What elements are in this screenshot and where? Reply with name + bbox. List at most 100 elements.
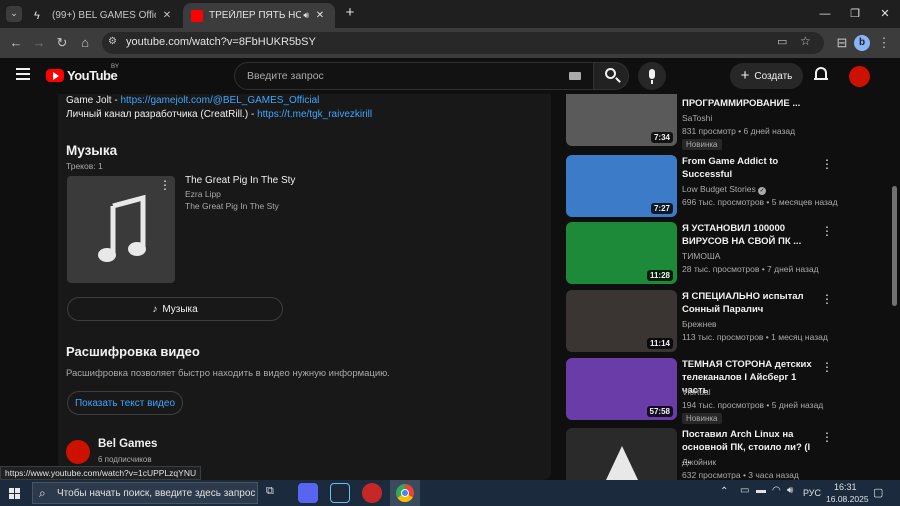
notification-center-icon[interactable]: ▢ xyxy=(873,486,883,499)
show-transcript-button[interactable]: Показать текст видео xyxy=(67,391,183,415)
video-channel[interactable]: Брежнев xyxy=(682,319,717,329)
wifi-icon[interactable]: ◠ xyxy=(772,485,781,496)
lightning-favicon-icon: ϟ xyxy=(34,9,40,22)
video-thumbnail[interactable]: 7:34 xyxy=(566,94,677,146)
notifications-bell-icon[interactable] xyxy=(814,67,828,82)
search-button[interactable] xyxy=(593,62,629,90)
video-thumbnail[interactable]: 11:28 xyxy=(566,222,677,284)
cast-icon[interactable]: ▭ xyxy=(777,35,787,48)
video-title[interactable]: Я УСТАНОВИЛ 100000 ВИРУСОВ НА СВОЙ ПК ..… xyxy=(682,222,812,248)
list-item[interactable]: 11:28 Я УСТАНОВИЛ 100000 ВИРУСОВ НА СВОЙ… xyxy=(566,222,881,287)
list-item[interactable]: 7:34 ПРОГРАММИРОВАНИЕ ... SaToshi 831 пр… xyxy=(566,94,881,159)
video-meta: 194 тыс. просмотров • 5 дней назад xyxy=(682,400,824,410)
video-channel[interactable]: Low Budget Stories ✓ xyxy=(682,184,767,195)
close-window-button[interactable]: ✕ xyxy=(870,0,900,28)
home-icon[interactable]: ⌂ xyxy=(75,33,95,53)
video-title[interactable]: ПРОГРАММИРОВАНИЕ ... xyxy=(682,97,812,110)
keyboard-icon[interactable] xyxy=(569,72,581,80)
channel-avatar[interactable] xyxy=(66,440,90,464)
windows-start-icon[interactable] xyxy=(9,488,20,499)
voice-search-button[interactable] xyxy=(638,62,666,90)
dev-channel-line: Личный канал разработчика (CreatRill.) -… xyxy=(66,109,372,120)
search-input[interactable]: Введите запрос xyxy=(234,62,594,90)
new-tab-button[interactable]: + xyxy=(341,4,359,22)
input-language[interactable]: РУС xyxy=(803,488,821,498)
restore-button[interactable]: ❐ xyxy=(840,0,870,28)
hamburger-menu-icon[interactable] xyxy=(16,68,30,80)
gamejolt-link[interactable]: https://gamejolt.com/@BEL_GAMES_Official xyxy=(120,95,319,106)
page-scrollbar[interactable] xyxy=(892,186,897,306)
plus-icon: + xyxy=(740,67,750,84)
video-thumbnail[interactable]: 7:27 xyxy=(566,155,677,217)
music-track-card[interactable] xyxy=(67,176,175,283)
battery-icon[interactable]: ▬ xyxy=(756,485,766,496)
chrome-taskbar-button[interactable] xyxy=(390,480,420,506)
url-text[interactable]: youtube.com/watch?v=8FbHUKR5bSY xyxy=(126,36,316,48)
show-hidden-icons-icon[interactable]: ⌃ xyxy=(720,486,728,497)
youtube-logo[interactable]: YouTube BY xyxy=(46,64,126,86)
video-channel[interactable]: SaToshi xyxy=(682,113,712,123)
address-bar[interactable]: ⚙ youtube.com/watch?v=8FbHUKR5bSY ▭ ☆ xyxy=(102,32,824,54)
track-title[interactable]: The Great Pig In The Sty xyxy=(185,175,295,186)
account-avatar[interactable] xyxy=(849,66,870,87)
audio-playing-icon[interactable]: 🔊︎ xyxy=(303,10,309,21)
search-icon-handle xyxy=(615,77,621,83)
list-item[interactable]: 57:58 ТЕМНАЯ СТОРОНА детских телеканалов… xyxy=(566,358,881,424)
network-icon[interactable]: ▭ xyxy=(740,485,749,496)
more-actions-icon[interactable]: ⋮ xyxy=(821,292,833,306)
dev-channel-link[interactable]: https://t.me/tgk_raivezkirill xyxy=(257,109,372,120)
list-item[interactable]: 11:14 Я СПЕЦИАЛЬНО испытал Сонный Парали… xyxy=(566,290,881,355)
video-duration: 57:58 xyxy=(646,406,673,417)
video-thumbnail[interactable]: 57:58 xyxy=(566,358,677,420)
dev-channel-label: Личный канал разработчика (CreatRill.) - xyxy=(66,109,258,120)
video-thumbnail[interactable]: 11:14 xyxy=(566,290,677,352)
steam-icon[interactable] xyxy=(330,483,350,503)
more-actions-icon[interactable]: ⋮ xyxy=(821,157,833,171)
reading-list-icon[interactable]: ⊟ xyxy=(832,33,852,53)
channel-name[interactable]: Bel Games xyxy=(98,438,157,450)
volume-icon[interactable]: 🔊︎ xyxy=(787,485,793,496)
clock-time[interactable]: 16:31 xyxy=(834,482,857,492)
video-channel[interactable]: ТИМОША xyxy=(682,251,720,261)
browser-tab-bel-games[interactable]: ϟ (99+) BEL GAMES Official (@BEL ✕ xyxy=(26,3,182,28)
video-meta: 696 тыс. просмотров • 5 месяцев назад xyxy=(682,197,838,207)
site-info-icon[interactable]: ⚙ xyxy=(108,36,117,47)
music-note-icon xyxy=(98,194,146,262)
video-thumbnail[interactable] xyxy=(566,428,677,480)
close-icon[interactable]: ✕ xyxy=(160,10,174,21)
search-placeholder: Введите запрос xyxy=(247,70,324,82)
video-duration: 11:14 xyxy=(646,338,673,349)
video-channel[interactable]: Viortual xyxy=(682,387,711,397)
menu-kebab-icon[interactable]: ⋮ xyxy=(874,33,894,53)
music-button[interactable]: ♪ Музыка xyxy=(67,297,283,321)
more-actions-icon[interactable]: ⋮ xyxy=(821,430,833,444)
back-arrow-icon[interactable]: ← xyxy=(6,33,26,53)
more-actions-icon[interactable]: ⋮ xyxy=(821,224,833,238)
list-item[interactable]: Поставил Arch Linux на основной ПК, стои… xyxy=(566,428,881,480)
browser-tab-trailer[interactable]: ТРЕЙЛЕР ПЯТЬ НОЧЕЙ С БЕ 🔊︎ ✕ xyxy=(183,3,335,28)
close-icon[interactable]: ✕ xyxy=(313,10,327,21)
taskbar-search-input[interactable]: ⌕ Чтобы начать поиск, введите здесь запр… xyxy=(32,482,258,504)
video-duration: 7:34 xyxy=(650,132,673,143)
gamejolt-label: Game Jolt - xyxy=(66,95,121,106)
forward-arrow-icon[interactable]: → xyxy=(29,33,49,53)
task-view-icon[interactable]: ⧉ xyxy=(266,485,274,498)
video-title[interactable]: Я СПЕЦИАЛЬНО испытал Сонный Паралич xyxy=(682,290,812,316)
clock-date[interactable]: 16.08.2025 xyxy=(826,494,869,504)
video-channel[interactable]: Джойник xyxy=(682,457,716,467)
tab-search-icon[interactable]: ⌄ xyxy=(6,6,22,22)
youtube-header: YouTube BY Введите запрос + Создать xyxy=(0,58,900,94)
reload-icon[interactable]: ↻ xyxy=(52,33,72,53)
create-button[interactable]: + Создать xyxy=(730,63,803,89)
discord-icon[interactable] xyxy=(298,483,318,503)
minimize-button[interactable]: — xyxy=(810,0,840,28)
video-duration: 7:27 xyxy=(650,203,673,214)
more-actions-icon[interactable]: ⋮ xyxy=(821,360,833,374)
list-item[interactable]: 7:27 From Game Addict to Successful Low … xyxy=(566,155,881,220)
bookmark-star-icon[interactable]: ☆ xyxy=(800,34,811,48)
video-title[interactable]: From Game Addict to Successful xyxy=(682,155,812,181)
game-app-icon[interactable] xyxy=(362,483,382,503)
track-more-icon[interactable]: ⋮ xyxy=(159,178,171,192)
profile-avatar[interactable]: b xyxy=(854,35,870,51)
youtube-favicon-icon xyxy=(191,9,203,22)
